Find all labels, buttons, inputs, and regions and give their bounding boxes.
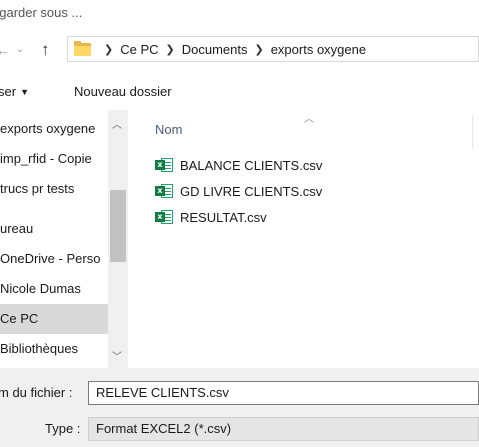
file-list: ︿ Nom x BALANCE CLIENTS.csv x GD LIVRE C… [128,110,479,368]
scroll-down-arrow-icon[interactable]: ﹀ [112,348,122,363]
sort-ascending-icon: ︿ [304,114,314,125]
nav-item-nicole-dumas[interactable]: Nicole Dumas [0,274,108,304]
chevron-right-icon[interactable]: ❯ [254,43,263,56]
file-item[interactable]: x BALANCE CLIENTS.csv [155,154,322,176]
save-form: m du fichier : RELEVE CLIENTS.csv Type :… [0,368,479,447]
excel-csv-icon: x [155,209,173,225]
organize-button[interactable]: ser ▼ [0,84,29,99]
nav-item-trucs-pr-tests[interactable]: trucs pr tests [0,174,108,204]
window-title: egarder sous ... [0,5,83,20]
navigation-pane: exports oxygene imp_rfid - Copie trucs p… [0,110,128,368]
chevron-right-icon[interactable]: ❯ [166,43,175,56]
file-type-select[interactable]: Format EXCEL2 (*.csv) [88,417,479,441]
nav-item-ce-pc[interactable]: Ce PC [0,304,108,334]
nav-item-exports-oxygene[interactable]: exports oxygene [0,114,108,144]
caret-down-icon: ▼ [20,87,29,97]
column-divider[interactable] [472,116,473,148]
file-item[interactable]: x GD LIVRE CLIENTS.csv [155,180,322,202]
folder-icon [74,40,91,56]
nav-item-onedrive[interactable]: OneDrive - Perso [0,244,108,274]
new-folder-button[interactable]: Nouveau dossier [74,84,172,99]
back-arrow-icon[interactable]: ← [0,42,10,58]
file-name: RESULTAT.csv [180,209,267,225]
breadcrumb-ce-pc[interactable]: Ce PC [120,42,158,57]
nav-item-bibliotheques[interactable]: Bibliothèques [0,334,108,364]
history-dropdown-icon[interactable]: ⌄ [16,44,24,55]
filename-input[interactable]: RELEVE CLIENTS.csv [88,381,479,405]
nav-item-imp-rfid-copie[interactable]: imp_rfid - Copie [0,144,108,174]
toolbar: ser ▼ Nouveau dossier [0,76,479,110]
title-bar: egarder sous ... [0,0,479,28]
column-header-name[interactable]: Nom [155,122,182,137]
up-arrow-icon[interactable]: ↑ [41,40,50,60]
address-bar[interactable]: ❯ Ce PC ❯ Documents ❯ exports oxygene [67,36,479,62]
scroll-up-arrow-icon[interactable]: ︿ [112,116,122,131]
chevron-right-icon[interactable]: ❯ [104,43,113,56]
breadcrumb-documents[interactable]: Documents [182,42,248,57]
address-row: ← ⌄ ↑ ❯ Ce PC ❯ Documents ❯ exports oxyg… [0,28,479,76]
filename-label: m du fichier : [0,385,73,400]
nav-scrollbar[interactable]: ︿ ﹀ [108,110,128,368]
breadcrumb-exports-oxygene[interactable]: exports oxygene [271,42,366,57]
nav-scrollbar-thumb[interactable] [110,190,126,262]
nav-item-bureau[interactable]: ureau [0,214,108,244]
excel-csv-icon: x [155,157,173,173]
file-name: GD LIVRE CLIENTS.csv [180,183,323,199]
file-name: BALANCE CLIENTS.csv [180,157,323,173]
file-item[interactable]: x RESULTAT.csv [155,206,267,228]
excel-csv-icon: x [155,183,173,199]
type-label: Type : [45,421,81,436]
